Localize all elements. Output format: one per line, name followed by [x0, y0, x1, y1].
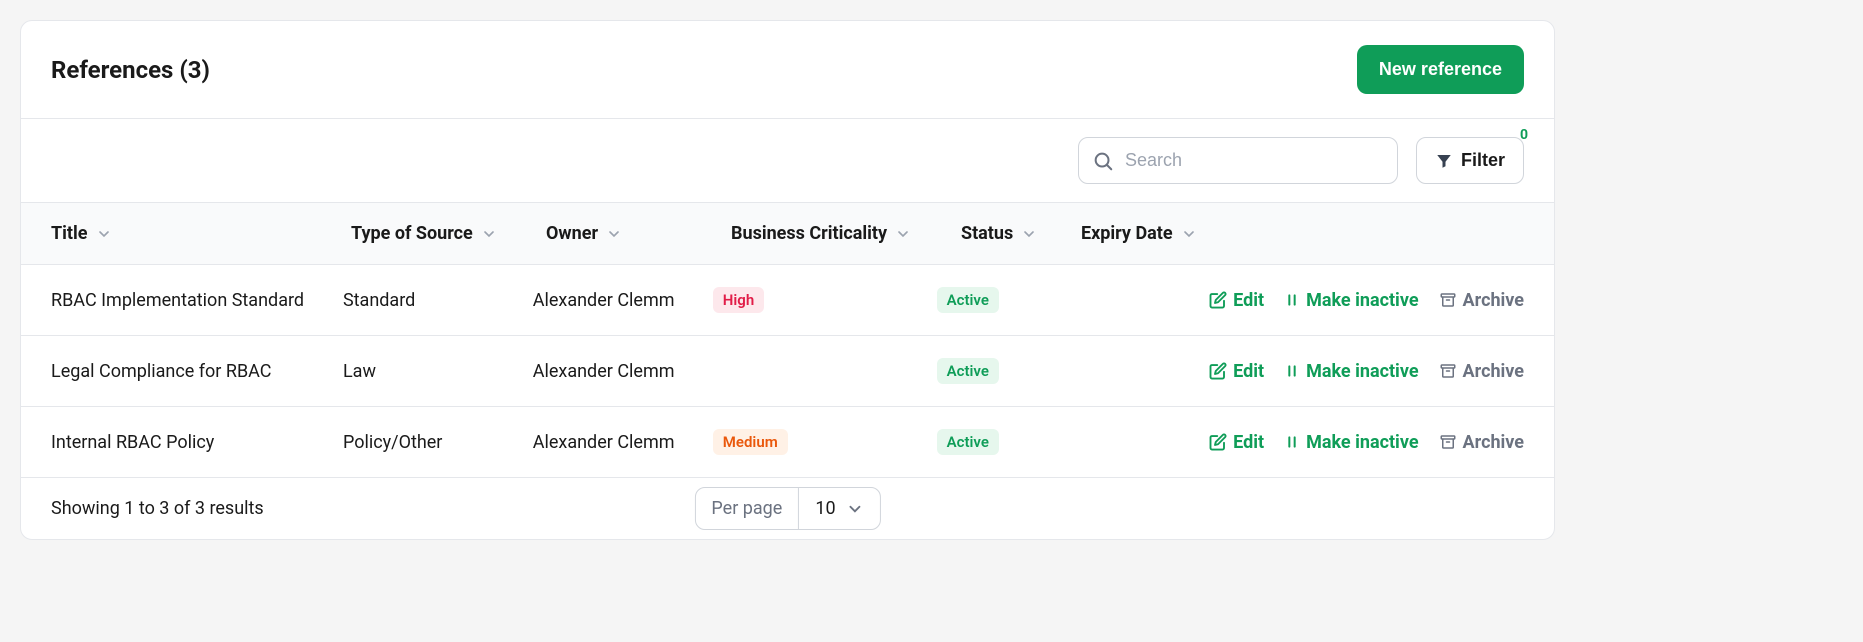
cell-owner: Alexander Clemm	[533, 290, 713, 311]
page-title: References (3)	[51, 56, 210, 84]
cell-title: Internal RBAC Policy	[51, 432, 343, 453]
results-summary: Showing 1 to 3 of 3 results	[51, 498, 264, 519]
archive-action[interactable]: Archive	[1439, 290, 1524, 311]
chevron-down-icon	[606, 226, 622, 242]
cell-actions: Edit Make inactive Archive	[1209, 290, 1524, 311]
cell-type: Law	[343, 361, 533, 382]
filter-wrapper: 0 Filter	[1416, 137, 1524, 184]
archive-label: Archive	[1463, 361, 1524, 382]
cell-criticality: High	[713, 287, 937, 313]
per-page-value: 10	[815, 498, 835, 519]
search-input[interactable]	[1078, 137, 1398, 184]
criticality-badge: High	[713, 287, 764, 313]
filter-label: Filter	[1461, 150, 1505, 171]
cell-owner: Alexander Clemm	[533, 432, 713, 453]
column-header-expiry[interactable]: Expiry Date	[1081, 223, 1241, 244]
edit-action[interactable]: Edit	[1209, 361, 1264, 382]
chevron-down-icon	[846, 500, 864, 518]
edit-action[interactable]: Edit	[1209, 432, 1264, 453]
card-header: References (3) New reference	[21, 21, 1554, 119]
column-label: Owner	[546, 223, 598, 244]
cell-type: Policy/Other	[343, 432, 533, 453]
make-inactive-label: Make inactive	[1306, 361, 1418, 382]
table-row: RBAC Implementation StandardStandardAlex…	[21, 265, 1554, 336]
chevron-down-icon	[1181, 226, 1197, 242]
archive-icon	[1439, 362, 1457, 380]
cell-status: Active	[937, 287, 1054, 313]
column-label: Type of Source	[351, 223, 473, 244]
edit-action[interactable]: Edit	[1209, 290, 1264, 311]
column-label: Expiry Date	[1081, 223, 1173, 244]
chevron-down-icon	[96, 226, 112, 242]
cell-criticality: Medium	[713, 429, 937, 455]
toolbar: 0 Filter	[21, 119, 1554, 203]
column-header-status[interactable]: Status	[961, 223, 1081, 244]
cell-owner: Alexander Clemm	[533, 361, 713, 382]
column-header-criticality[interactable]: Business Criticality	[731, 223, 961, 244]
archive-icon	[1439, 291, 1457, 309]
edit-label: Edit	[1233, 361, 1264, 382]
per-page-control: Per page 10	[694, 487, 880, 530]
column-label: Status	[961, 223, 1013, 244]
chevron-down-icon	[895, 226, 911, 242]
references-card: References (3) New reference 0 Filter Ti…	[20, 20, 1555, 540]
archive-action[interactable]: Archive	[1439, 361, 1524, 382]
filter-button[interactable]: Filter	[1416, 137, 1524, 184]
per-page-select[interactable]: 10	[799, 488, 879, 529]
cell-title: RBAC Implementation Standard	[51, 290, 343, 311]
status-badge: Active	[937, 429, 999, 455]
pause-icon	[1284, 363, 1300, 379]
pause-icon	[1284, 292, 1300, 308]
chevron-down-icon	[481, 226, 497, 242]
edit-icon	[1209, 433, 1227, 451]
chevron-down-icon	[1021, 226, 1037, 242]
archive-icon	[1439, 433, 1457, 451]
column-header-owner[interactable]: Owner	[546, 223, 731, 244]
filter-icon	[1435, 152, 1453, 170]
cell-status: Active	[937, 429, 1054, 455]
cell-title: Legal Compliance for RBAC	[51, 361, 343, 382]
column-header-type[interactable]: Type of Source	[351, 223, 546, 244]
cell-actions: Edit Make inactive Archive	[1209, 432, 1524, 453]
search-icon	[1092, 150, 1114, 172]
edit-label: Edit	[1233, 432, 1264, 453]
column-label: Title	[51, 223, 88, 244]
cell-actions: Edit Make inactive Archive	[1209, 361, 1524, 382]
make-inactive-label: Make inactive	[1306, 432, 1418, 453]
edit-icon	[1209, 291, 1227, 309]
edit-label: Edit	[1233, 290, 1264, 311]
column-label: Business Criticality	[731, 223, 887, 244]
criticality-badge: Medium	[713, 429, 788, 455]
make-inactive-action[interactable]: Make inactive	[1284, 432, 1418, 453]
archive-action[interactable]: Archive	[1439, 432, 1524, 453]
table-row: Internal RBAC PolicyPolicy/OtherAlexande…	[21, 407, 1554, 478]
filter-count-badge: 0	[1520, 127, 1528, 143]
table-footer: Showing 1 to 3 of 3 results Per page 10	[21, 478, 1554, 539]
per-page-label: Per page	[695, 488, 799, 529]
search-wrapper	[1078, 137, 1398, 184]
status-badge: Active	[937, 358, 999, 384]
edit-icon	[1209, 362, 1227, 380]
table-row: Legal Compliance for RBACLawAlexander Cl…	[21, 336, 1554, 407]
cell-type: Standard	[343, 290, 533, 311]
column-header-title[interactable]: Title	[51, 223, 351, 244]
cell-status: Active	[937, 358, 1054, 384]
new-reference-button[interactable]: New reference	[1357, 45, 1524, 94]
table-body: RBAC Implementation StandardStandardAlex…	[21, 265, 1554, 478]
archive-label: Archive	[1463, 290, 1524, 311]
archive-label: Archive	[1463, 432, 1524, 453]
make-inactive-action[interactable]: Make inactive	[1284, 361, 1418, 382]
table-header-row: Title Type of Source Owner Business Crit…	[21, 203, 1554, 265]
status-badge: Active	[937, 287, 999, 313]
make-inactive-label: Make inactive	[1306, 290, 1418, 311]
pause-icon	[1284, 434, 1300, 450]
make-inactive-action[interactable]: Make inactive	[1284, 290, 1418, 311]
